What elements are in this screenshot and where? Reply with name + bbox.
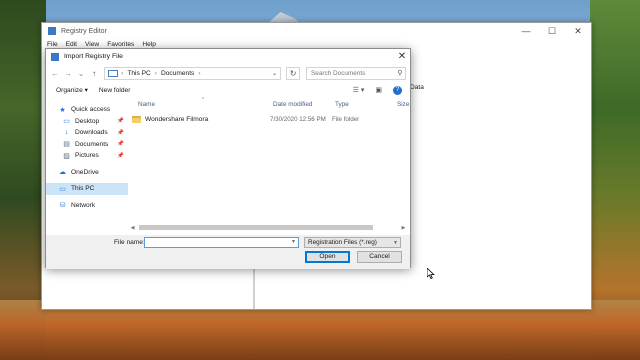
up-button[interactable]: ↑ [89,69,99,78]
chevron-down-icon: ▼ [393,239,398,246]
recent-locations-button[interactable]: ⌄ [76,69,86,78]
help-button[interactable]: ? [393,85,402,95]
registry-app-icon [51,52,59,61]
folder-icon [132,116,141,123]
registry-app-icon [48,27,56,35]
navigation-pane: ★ Quick access ▭ Desktop 📌 ↓ Downloads 📌… [46,98,128,234]
nav-label: Downloads [75,129,108,137]
open-button[interactable]: Open [305,251,350,263]
maximize-button[interactable]: ☐ [539,26,565,37]
breadcrumb-separator: › [121,69,124,77]
registry-editor-title: Registry Editor [61,27,107,35]
import-registry-dialog: Import Registry File ✕ ← → ⌄ ↑ › This PC… [45,48,411,269]
forward-button[interactable]: → [63,69,73,78]
nav-item-quick-access[interactable]: ★ Quick access [46,104,128,116]
pin-icon[interactable]: 📌 [117,141,124,147]
new-folder-button[interactable]: New folder [99,87,131,94]
column-headers: ^ Name Date modified Type Size [128,97,410,111]
computer-icon [108,69,119,77]
file-row[interactable]: Wondershare Filmora 7/30/2020 12:56 PM F… [128,113,410,126]
file-type: File folder [332,116,360,123]
registry-editor-titlebar[interactable]: Registry Editor — ☐ ✕ [42,23,591,39]
cloud-icon: ☁ [59,169,66,177]
document-icon: ▤ [63,141,70,149]
nav-item-documents[interactable]: ▤ Documents 📌 [46,139,128,151]
dialog-close-button[interactable]: ✕ [394,51,410,62]
address-bar[interactable]: › This PC › Documents › ⌄ [104,66,282,80]
breadcrumb-separator: › [154,69,157,77]
file-list-pane[interactable]: ^ Name Date modified Type Size Wondersha… [128,97,410,234]
nav-label: This PC [71,185,95,193]
dialog-titlebar[interactable]: Import Registry File ✕ [46,49,410,64]
network-icon: ⛁ [59,202,66,210]
file-type-select[interactable]: Registration Files (*.reg) ▼ [304,237,401,248]
dialog-footer: File name: ▼ Registration Files (*.reg) … [46,235,410,269]
file-name-combobox[interactable]: ▼ [144,237,299,248]
search-input[interactable] [311,69,395,77]
nav-item-this-pc[interactable]: ▭ This PC [46,183,128,195]
close-button[interactable]: ✕ [565,26,591,37]
nav-item-downloads[interactable]: ↓ Downloads 📌 [46,127,128,139]
file-name-input[interactable] [145,238,289,247]
nav-item-network[interactable]: ⛁ Network [46,200,128,212]
menu-favorites[interactable]: Favorites [107,41,134,48]
pin-icon[interactable]: 📌 [117,118,124,124]
scroll-left-icon[interactable]: ◀ [128,225,137,231]
nav-item-pictures[interactable]: ▨ Pictures 📌 [46,150,128,162]
column-header-type[interactable]: Type [335,101,397,108]
nav-label: OneDrive [71,168,99,176]
menu-view[interactable]: View [85,41,99,48]
nav-item-onedrive[interactable]: ☁ OneDrive [46,167,128,179]
navigation-bar: ← → ⌄ ↑ › This PC › Documents › ⌄ ↻ ⚲ [46,64,410,82]
file-date: 7/30/2020 12:56 PM [270,116,326,123]
back-button[interactable]: ← [50,69,60,78]
nav-label: Quick access [71,106,111,114]
computer-icon: ▭ [59,185,66,193]
column-header-size[interactable]: Size [397,101,409,108]
pin-icon[interactable]: 📌 [117,153,124,159]
preview-pane-icon[interactable]: ▣ [375,86,382,94]
cancel-button[interactable]: Cancel [357,251,402,263]
minimize-button[interactable]: — [513,26,539,36]
scroll-right-icon[interactable]: ▶ [399,225,408,231]
chevron-down-icon[interactable]: ▼ [289,238,298,247]
organize-button[interactable]: Organize ▾ [56,86,88,94]
column-header-data[interactable]: Data [410,84,424,91]
desktop-icon: ▭ [63,118,70,126]
nav-label: Documents [75,140,109,148]
command-toolbar: Organize ▾ New folder ☰ ▾ ▣ ? [46,82,410,98]
file-name-label: File name: [114,239,145,246]
scroll-thumb[interactable] [139,225,373,230]
menu-file[interactable]: File [47,41,58,48]
refresh-button[interactable]: ↻ [286,66,300,80]
download-icon: ↓ [64,129,69,137]
sort-ascending-icon: ^ [202,97,205,103]
menu-edit[interactable]: Edit [66,41,77,48]
file-name: Wondershare Filmora [145,116,209,123]
breadcrumb-this-pc[interactable]: This PC [127,70,150,77]
column-header-date[interactable]: Date modified [273,101,335,108]
picture-icon: ▨ [63,152,70,160]
nav-label: Pictures [75,152,99,160]
search-icon: ⚲ [397,70,403,77]
nav-label: Desktop [75,117,100,125]
dialog-title: Import Registry File [64,53,123,60]
column-header-name[interactable]: Name [138,101,273,108]
pin-icon[interactable]: 📌 [117,130,124,136]
view-options-icon[interactable]: ☰ ▾ [353,86,365,94]
nav-item-desktop[interactable]: ▭ Desktop 📌 [46,116,128,128]
breadcrumb-separator: › [198,69,201,77]
scroll-track[interactable] [137,225,399,230]
chevron-down-icon[interactable]: ⌄ [269,69,280,77]
file-type-value: Registration Files (*.reg) [308,239,377,246]
breadcrumb-documents[interactable]: Documents [161,70,194,77]
nav-label: Network [71,201,96,209]
menu-help[interactable]: Help [142,41,156,48]
search-box[interactable]: ⚲ [306,66,406,80]
horizontal-scrollbar[interactable]: ◀ ▶ [128,223,408,232]
dialog-content: ★ Quick access ▭ Desktop 📌 ↓ Downloads 📌… [46,97,410,234]
star-icon: ★ [59,106,66,114]
